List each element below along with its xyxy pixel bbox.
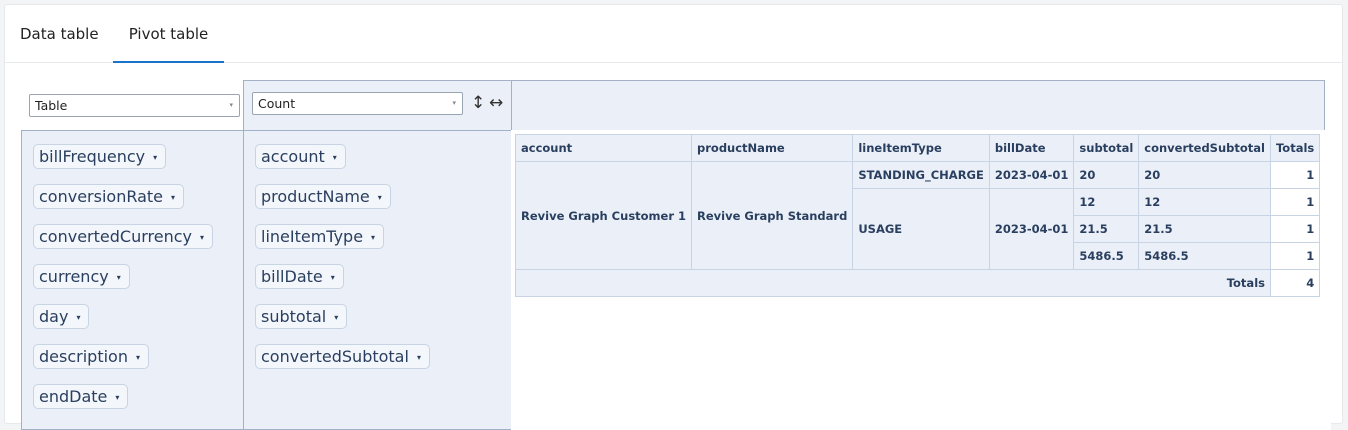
header-lineItemType: lineItemType: [852, 134, 990, 162]
dropdown-triangle-icon[interactable]: ▾: [200, 233, 204, 242]
attribute-label: lineItemType: [261, 227, 364, 246]
grand-total: 4: [1269, 269, 1321, 297]
dropdown-triangle-icon[interactable]: ▾: [136, 353, 140, 362]
attribute-pill-endDate[interactable]: endDate ▾: [33, 384, 129, 409]
pivot-table: account productName lineItemType billDat…: [514, 134, 1321, 297]
header-subtotal: subtotal: [1073, 134, 1140, 162]
row-label-converted-subtotal: 12: [1138, 188, 1271, 216]
dropdown-triangle-icon[interactable]: ▾: [331, 273, 335, 282]
dropdown-triangle-icon[interactable]: ▾: [115, 393, 119, 402]
header-totals: Totals: [1269, 134, 1321, 162]
attribute-label: day: [39, 307, 69, 326]
pivot-card: Data table Pivot table Table ▾ Count ▾ ↕…: [4, 4, 1343, 430]
header-convertedSubtotal: convertedSubtotal: [1138, 134, 1271, 162]
row-order-icon[interactable]: ↕: [471, 92, 485, 115]
row-attribute-pill-subtotal[interactable]: subtotal ▾: [255, 304, 348, 329]
row-attribute-pill-productName[interactable]: productName ▾: [255, 184, 391, 209]
attribute-label: currency: [39, 267, 109, 286]
dropdown-triangle-icon[interactable]: ▾: [76, 313, 80, 322]
totals-row: Totals 4: [515, 269, 1321, 297]
attribute-label: convertedSubtotal: [261, 347, 409, 366]
renderer-select[interactable]: Table ▾: [29, 94, 240, 117]
row-label-subtotal: 20: [1073, 161, 1140, 189]
dropdown-triangle-icon[interactable]: ▾: [378, 193, 382, 202]
renderer-cell: Table ▾: [21, 81, 244, 131]
attribute-label: endDate: [39, 387, 108, 406]
row-label-converted-subtotal: 5486.5: [1138, 242, 1271, 270]
tab-bar: Data table Pivot table: [5, 5, 1342, 63]
attribute-label: description: [39, 347, 128, 366]
attribute-pill-currency[interactable]: currency ▾: [33, 264, 130, 289]
row-total: 1: [1269, 161, 1321, 189]
row-label-line-item-type: USAGE: [852, 188, 990, 270]
row-label-subtotal: 21.5: [1073, 215, 1140, 243]
row-label-subtotal: 12: [1073, 188, 1140, 216]
row-label-subtotal: 5486.5: [1073, 242, 1140, 270]
dropdown-triangle-icon[interactable]: ▾: [371, 233, 375, 242]
aggregator-value: Count: [258, 96, 296, 111]
attribute-label: conversionRate: [39, 187, 164, 206]
row-label-bill-date: 2023-04-01: [988, 161, 1075, 189]
row-label-line-item-type: STANDING_CHARGE: [852, 161, 990, 189]
pivot-output: account productName lineItemType billDat…: [511, 130, 1331, 430]
row-attribute-pill-lineItemType[interactable]: lineItemType ▾: [255, 224, 385, 249]
row-label-account: Revive Graph Customer 1: [514, 161, 693, 270]
row-label-converted-subtotal: 21.5: [1138, 215, 1271, 243]
dropdown-triangle-icon[interactable]: ▾: [117, 273, 121, 282]
row-attribute-pill-billDate[interactable]: billDate ▾: [255, 264, 344, 289]
row-total: 1: [1269, 215, 1321, 243]
col-order-icon[interactable]: ↔: [489, 92, 503, 115]
totals-label: Totals: [515, 269, 1271, 297]
row-label-converted-subtotal: 20: [1138, 161, 1271, 189]
attribute-label: account: [261, 147, 325, 166]
row-total: 1: [1269, 242, 1321, 270]
dropdown-triangle-icon[interactable]: ▾: [417, 353, 421, 362]
aggregator-cell: Count ▾ ↕ ↔: [243, 80, 512, 131]
dropdown-triangle-icon[interactable]: ▾: [333, 153, 337, 162]
header-row: account productName lineItemType billDat…: [514, 134, 1321, 162]
row-attribute-pill-convertedSubtotal[interactable]: convertedSubtotal ▾: [255, 344, 430, 369]
table-row: Revive Graph Customer 1 Revive Graph Sta…: [514, 161, 1321, 270]
dropdown-triangle-icon[interactable]: ▾: [334, 313, 338, 322]
attribute-label: productName: [261, 187, 370, 206]
attribute-label: billFrequency: [39, 147, 146, 166]
row-total: 1: [1269, 188, 1321, 216]
header-billDate: billDate: [988, 134, 1075, 162]
attribute-pill-convertedCurrency[interactable]: convertedCurrency ▾: [33, 224, 213, 249]
row-attributes-area: account ▾ productName ▾ lineItemType ▾ billDat…: [243, 130, 512, 430]
attribute-pill-day[interactable]: day ▾: [33, 304, 90, 329]
header-productName: productName: [691, 134, 854, 162]
column-attributes-area[interactable]: [511, 80, 1325, 131]
attribute-label: billDate: [261, 267, 323, 286]
chevron-down-icon: ▾: [452, 99, 456, 107]
row-attribute-pill-account[interactable]: account ▾: [255, 144, 346, 169]
attribute-label: subtotal: [261, 307, 327, 326]
chevron-down-icon: ▾: [229, 101, 233, 109]
row-label-bill-date: 2023-04-01: [988, 188, 1075, 270]
attribute-pill-billFrequency[interactable]: billFrequency ▾: [33, 144, 167, 169]
dropdown-triangle-icon[interactable]: ▾: [153, 153, 157, 162]
row-label-product: Revive Graph Standard: [691, 161, 854, 270]
tab-pivot-table[interactable]: Pivot table: [113, 5, 224, 63]
header-account: account: [514, 134, 693, 162]
attribute-pill-description[interactable]: description ▾: [33, 344, 149, 369]
attribute-pill-conversionRate[interactable]: conversionRate ▾: [33, 184, 185, 209]
unused-attributes-area: billFrequency ▾ conversionRate ▾ convertedCu…: [21, 130, 244, 430]
aggregator-select[interactable]: Count ▾: [252, 92, 463, 115]
renderer-value: Table: [35, 98, 68, 113]
attribute-label: convertedCurrency: [39, 227, 192, 246]
dropdown-triangle-icon[interactable]: ▾: [171, 193, 175, 202]
tab-data-table[interactable]: Data table: [20, 5, 100, 63]
